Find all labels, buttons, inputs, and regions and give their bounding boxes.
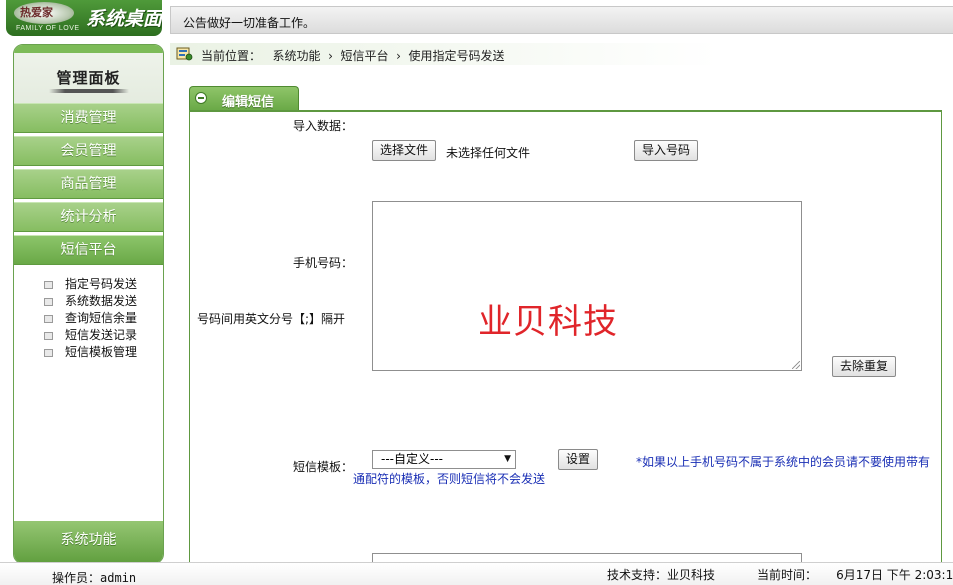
bullet-icon <box>44 281 53 289</box>
submenu-item-send-specified[interactable]: 指定号码发送 <box>44 276 159 293</box>
choose-file-button[interactable]: 选择文件 <box>372 140 437 161</box>
logo-title: 系统桌面 <box>86 8 162 30</box>
template-warning-line1: *如果以上手机号码不属于系统中的会员请不要使用带有 <box>636 455 931 469</box>
sidebar-title-underline <box>49 89 129 93</box>
operator-name: admin <box>100 571 137 585</box>
logo-badge-text: 热爱家 <box>20 6 53 19</box>
submenu-item-query-balance[interactable]: 查询短信余量 <box>44 310 159 327</box>
submenu-item-send-records[interactable]: 短信发送记录 <box>44 327 159 344</box>
announcement-text: 公告做好一切准备工作。 <box>183 16 316 30</box>
status-bar: 操作员：admin 技术支持：业贝科技 当前时间： 6月17日 下午 2:03:… <box>0 562 953 585</box>
template-warning-line2: 通配符的模板，否则短信将不会发送 <box>353 472 546 486</box>
set-template-button[interactable]: 设置 <box>558 449 599 470</box>
sms-template-selected-value: ---自定义--- <box>381 452 443 466</box>
tech-support-text: 技术支持：业贝科技 <box>607 568 716 582</box>
sidebar-item-system-functions[interactable]: 系统功能 <box>14 521 163 563</box>
resize-grip <box>792 361 800 369</box>
breadcrumb: 当前位置： 系统功能 › 短信平台 › 使用指定号码发送 <box>170 43 953 65</box>
collapse-icon[interactable] <box>195 92 207 104</box>
sidebar-item-consumption[interactable]: 消费管理 <box>14 103 163 133</box>
submenu-item-label: 短信模板管理 <box>65 345 138 359</box>
bullet-icon <box>44 315 53 323</box>
bullet-icon <box>44 332 53 340</box>
submenu-item-send-system-data[interactable]: 系统数据发送 <box>44 293 159 310</box>
sms-submenu: 指定号码发送 系统数据发送 查询短信余量 短信发送记录 短信模板管理 <box>44 276 159 361</box>
announcement-bar: 公告做好一切准备工作。 <box>170 6 953 34</box>
bullet-icon <box>44 298 53 306</box>
tab-label: 编辑短信 <box>222 95 275 110</box>
remove-duplicates-button[interactable]: 去除重复 <box>832 356 897 377</box>
dropdown-arrow-icon: ▼ <box>504 454 511 464</box>
submenu-item-label: 系统数据发送 <box>65 294 138 308</box>
operator-info: 操作员：admin <box>52 569 136 585</box>
submenu-item-label: 查询短信余量 <box>65 311 138 325</box>
submenu-item-label: 指定号码发送 <box>65 277 138 291</box>
import-data-label: 导入数据： <box>293 119 354 133</box>
sms-template-select[interactable]: ---自定义--- ▼ <box>372 450 516 469</box>
sms-template-label: 短信模板： <box>293 460 354 474</box>
bullet-icon <box>44 349 53 357</box>
sidebar-item-statistics[interactable]: 统计分析 <box>14 202 163 232</box>
operator-label: 操作员： <box>52 571 101 585</box>
top-bar: 热爱家 FAMILY OF LOVE 系统桌面 公告做好一切准备工作。 <box>0 0 953 44</box>
watermark-text: 业贝科技 <box>478 302 618 342</box>
sidebar-title: 管理面板 <box>56 69 121 87</box>
resize-handle-icon[interactable] <box>792 361 801 370</box>
no-file-chosen-text: 未选择任何文件 <box>446 146 531 160</box>
panel-gutter <box>942 110 953 570</box>
sidebar-item-products[interactable]: 商品管理 <box>14 169 163 199</box>
location-icon <box>176 47 193 61</box>
sidebar-item-sms-platform[interactable]: 短信平台 <box>14 235 163 265</box>
sidebar: 管理面板 消费管理 会员管理 商品管理 统计分析 短信平台 指定号码发送 系统数… <box>13 44 164 564</box>
phone-numbers-textarea[interactable] <box>372 201 802 371</box>
logo-subtitle: FAMILY OF LOVE <box>16 25 80 32</box>
submenu-item-template-manage[interactable]: 短信模板管理 <box>44 344 159 361</box>
sidebar-item-members[interactable]: 会员管理 <box>14 136 163 166</box>
tab-edit-sms[interactable]: 编辑短信 <box>189 86 299 110</box>
breadcrumb-text: 当前位置： 系统功能 › 短信平台 › 使用指定号码发送 <box>201 49 505 63</box>
submenu-item-label: 短信发送记录 <box>65 328 138 342</box>
phone-separator-hint: 号码间用英文分号【;】隔开 <box>197 312 346 326</box>
phone-numbers-label: 手机号码： <box>293 256 354 270</box>
logo: 热爱家 FAMILY OF LOVE 系统桌面 <box>6 0 162 36</box>
sidebar-header: 管理面板 <box>14 45 163 103</box>
import-numbers-button[interactable]: 导入号码 <box>634 140 699 161</box>
current-time-text: 当前时间： 6月17日 下午 2:03:18 <box>757 568 953 582</box>
